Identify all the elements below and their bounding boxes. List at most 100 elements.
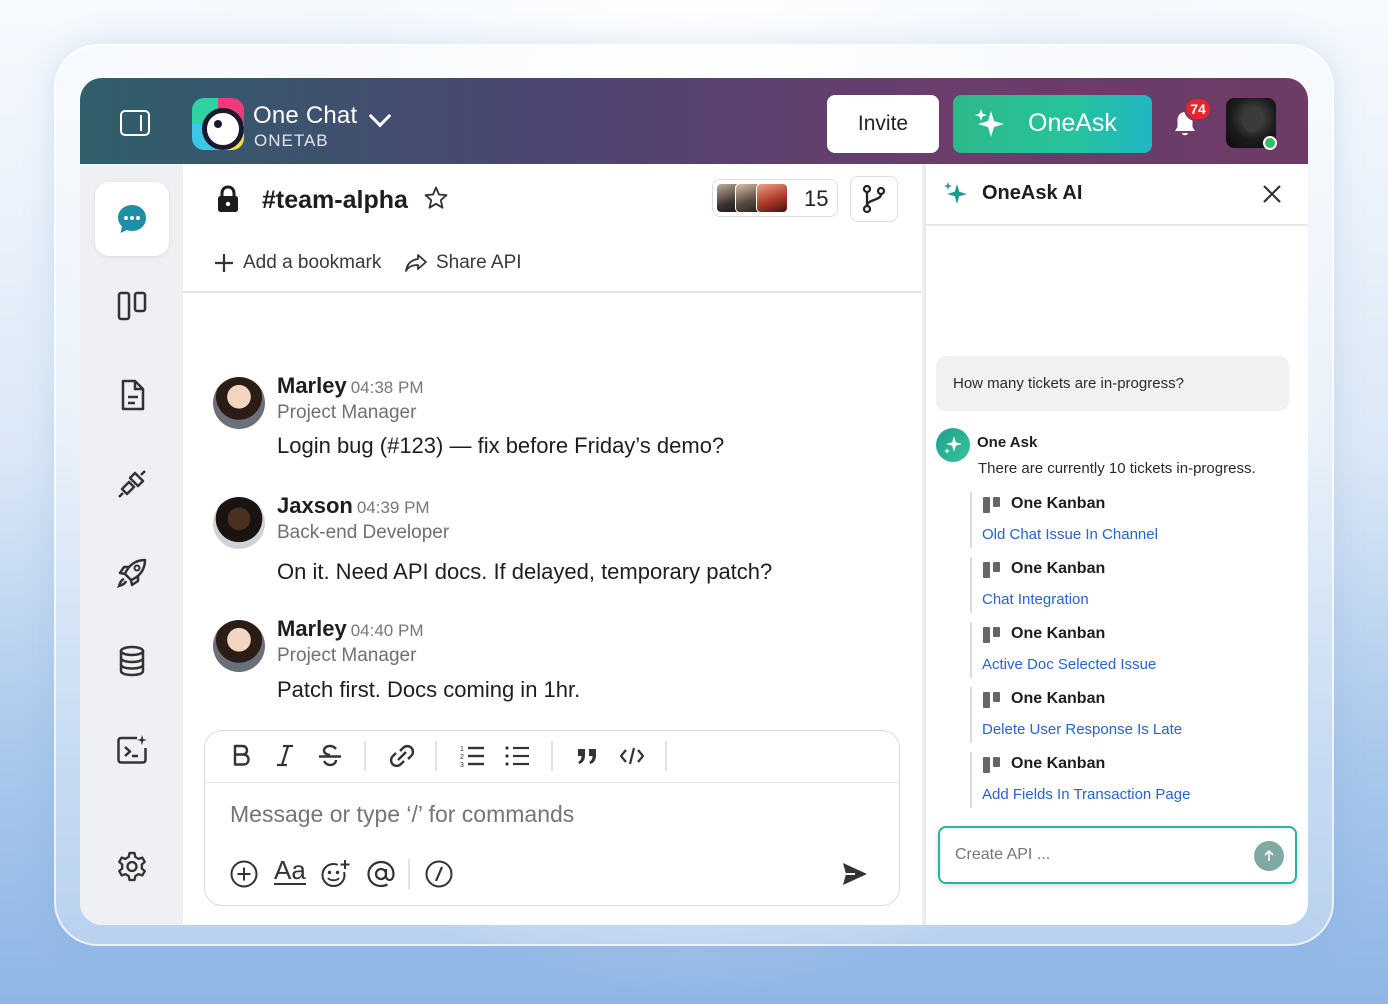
message-time: 04:39 PM xyxy=(356,498,430,517)
add-attachment-icon[interactable] xyxy=(229,859,259,889)
bookmark-label: Add a bookmark xyxy=(243,252,382,273)
svg-text:1: 1 xyxy=(460,746,464,753)
app-name[interactable]: One Chat xyxy=(253,102,357,130)
toolbar-divider xyxy=(551,741,553,771)
author-name: Jaxson xyxy=(277,493,353,518)
member-count: 15 xyxy=(804,186,829,211)
ticket-result[interactable]: One Kanban Chat Integration xyxy=(970,557,1270,613)
rail-launch[interactable] xyxy=(95,536,169,610)
svg-text:2: 2 xyxy=(460,754,464,761)
branch-button[interactable] xyxy=(850,176,898,222)
invite-button[interactable]: Invite xyxy=(827,95,939,153)
svg-text:3: 3 xyxy=(460,762,464,769)
chat-main: #team-alpha 15 Add a bookmark Share API … xyxy=(183,164,922,925)
quote-icon[interactable] xyxy=(575,743,599,769)
panel-divider xyxy=(926,224,1308,226)
chevron-down-icon[interactable] xyxy=(368,104,392,128)
close-icon[interactable] xyxy=(1260,182,1284,206)
sparkle-icon xyxy=(975,109,1004,137)
notification-badge: 74 xyxy=(1184,97,1212,121)
add-bookmark-button[interactable]: Add a bookmark xyxy=(213,252,381,274)
kanban-icon xyxy=(983,757,1000,773)
assistant-input[interactable] xyxy=(955,846,1235,864)
author-role: Project Manager xyxy=(277,645,417,666)
bullet-list-icon[interactable] xyxy=(504,743,530,769)
member-avatar xyxy=(756,183,788,213)
author-role: Project Manager xyxy=(277,402,417,423)
ticket-link[interactable]: Delete User Response Is Late xyxy=(982,721,1182,738)
ticket-rule xyxy=(970,687,972,743)
gear-icon xyxy=(118,851,146,882)
header-divider xyxy=(183,291,922,293)
star-icon[interactable] xyxy=(423,185,449,211)
channel-name: #team-alpha xyxy=(262,186,408,214)
rail-integrations[interactable] xyxy=(95,447,169,521)
code-icon[interactable] xyxy=(619,743,645,769)
assistant-send-button[interactable] xyxy=(1254,841,1284,871)
rail-kanban[interactable] xyxy=(95,269,169,343)
toolbar-divider xyxy=(408,859,410,889)
ticket-source: One Kanban xyxy=(1011,690,1106,707)
rail-docs[interactable] xyxy=(95,358,169,432)
avatar[interactable] xyxy=(213,497,265,549)
ticket-source: One Kanban xyxy=(1011,495,1106,512)
message-author[interactable]: Marley 04:38 PM xyxy=(277,373,423,399)
plus-icon xyxy=(215,254,233,272)
message-time: 04:40 PM xyxy=(350,621,424,640)
ticket-result[interactable]: One Kanban Active Doc Selected Issue xyxy=(970,622,1270,678)
message-text: On it. Need API docs. If delayed, tempor… xyxy=(277,559,773,584)
ticket-link[interactable]: Add Fields In Transaction Page xyxy=(982,786,1190,803)
share-api-button[interactable]: Share API xyxy=(404,252,522,274)
emoji-add-icon[interactable] xyxy=(319,859,351,889)
integration-icon xyxy=(118,470,146,498)
kanban-icon xyxy=(117,291,147,321)
ticket-link[interactable]: Active Doc Selected Issue xyxy=(982,656,1156,673)
rail-ai-terminal[interactable] xyxy=(95,713,169,787)
ticket-link[interactable]: Old Chat Issue In Channel xyxy=(982,526,1158,543)
rail-database[interactable] xyxy=(95,624,169,698)
ticket-link[interactable]: Chat Integration xyxy=(982,591,1089,608)
lock-icon xyxy=(218,185,238,212)
toolbar-divider xyxy=(665,741,667,771)
ai-terminal-icon xyxy=(117,735,147,764)
message-author[interactable]: Marley 04:40 PM xyxy=(277,616,423,642)
text-format-button[interactable]: Aa xyxy=(274,857,306,885)
ticket-result[interactable]: One Kanban Delete User Response Is Late xyxy=(970,687,1270,743)
ticket-result[interactable]: One Kanban Add Fields In Transaction Pag… xyxy=(970,752,1270,808)
user-question: How many tickets are in-progress? xyxy=(936,356,1289,411)
bold-icon[interactable] xyxy=(231,743,251,769)
mention-icon[interactable] xyxy=(366,859,396,889)
app-logo xyxy=(192,98,244,150)
top-bar: One Chat ONETAB Invite OneAsk 74 xyxy=(80,78,1308,164)
bot-reply: There are currently 10 tickets in-progre… xyxy=(978,460,1256,477)
avatar[interactable] xyxy=(213,377,265,429)
kanban-icon xyxy=(983,497,1000,513)
assistant-input-box xyxy=(938,826,1297,884)
italic-icon[interactable] xyxy=(275,743,295,769)
link-icon[interactable] xyxy=(389,743,415,769)
message-input[interactable] xyxy=(230,801,830,828)
rail-settings[interactable] xyxy=(95,830,169,904)
author-name: Marley xyxy=(277,616,347,641)
ordered-list-icon[interactable]: 1 2 3 xyxy=(459,743,485,769)
message-time: 04:38 PM xyxy=(350,378,424,397)
rail-chat[interactable] xyxy=(95,182,169,256)
kanban-icon xyxy=(983,562,1000,578)
slash-command-icon[interactable] xyxy=(424,859,454,889)
strikethrough-icon[interactable] xyxy=(317,743,343,769)
app-window: One Chat ONETAB Invite OneAsk 74 #team-a… xyxy=(80,78,1308,925)
oneask-button[interactable]: OneAsk xyxy=(953,95,1152,153)
share-label: Share API xyxy=(436,252,522,273)
rocket-icon xyxy=(117,558,147,588)
channel-members[interactable]: 15 xyxy=(712,179,838,217)
ticket-rule xyxy=(970,557,972,613)
author-name: Marley xyxy=(277,373,347,398)
message-author[interactable]: Jaxson 04:39 PM xyxy=(277,493,430,519)
ticket-result[interactable]: One Kanban Old Chat Issue In Channel xyxy=(970,492,1270,548)
sidebar-toggle-icon[interactable] xyxy=(120,110,150,136)
document-icon xyxy=(121,379,145,411)
send-icon[interactable] xyxy=(841,861,869,887)
avatar[interactable] xyxy=(213,620,265,672)
bot-name: One Ask xyxy=(977,434,1038,451)
ticket-source: One Kanban xyxy=(1011,625,1106,642)
